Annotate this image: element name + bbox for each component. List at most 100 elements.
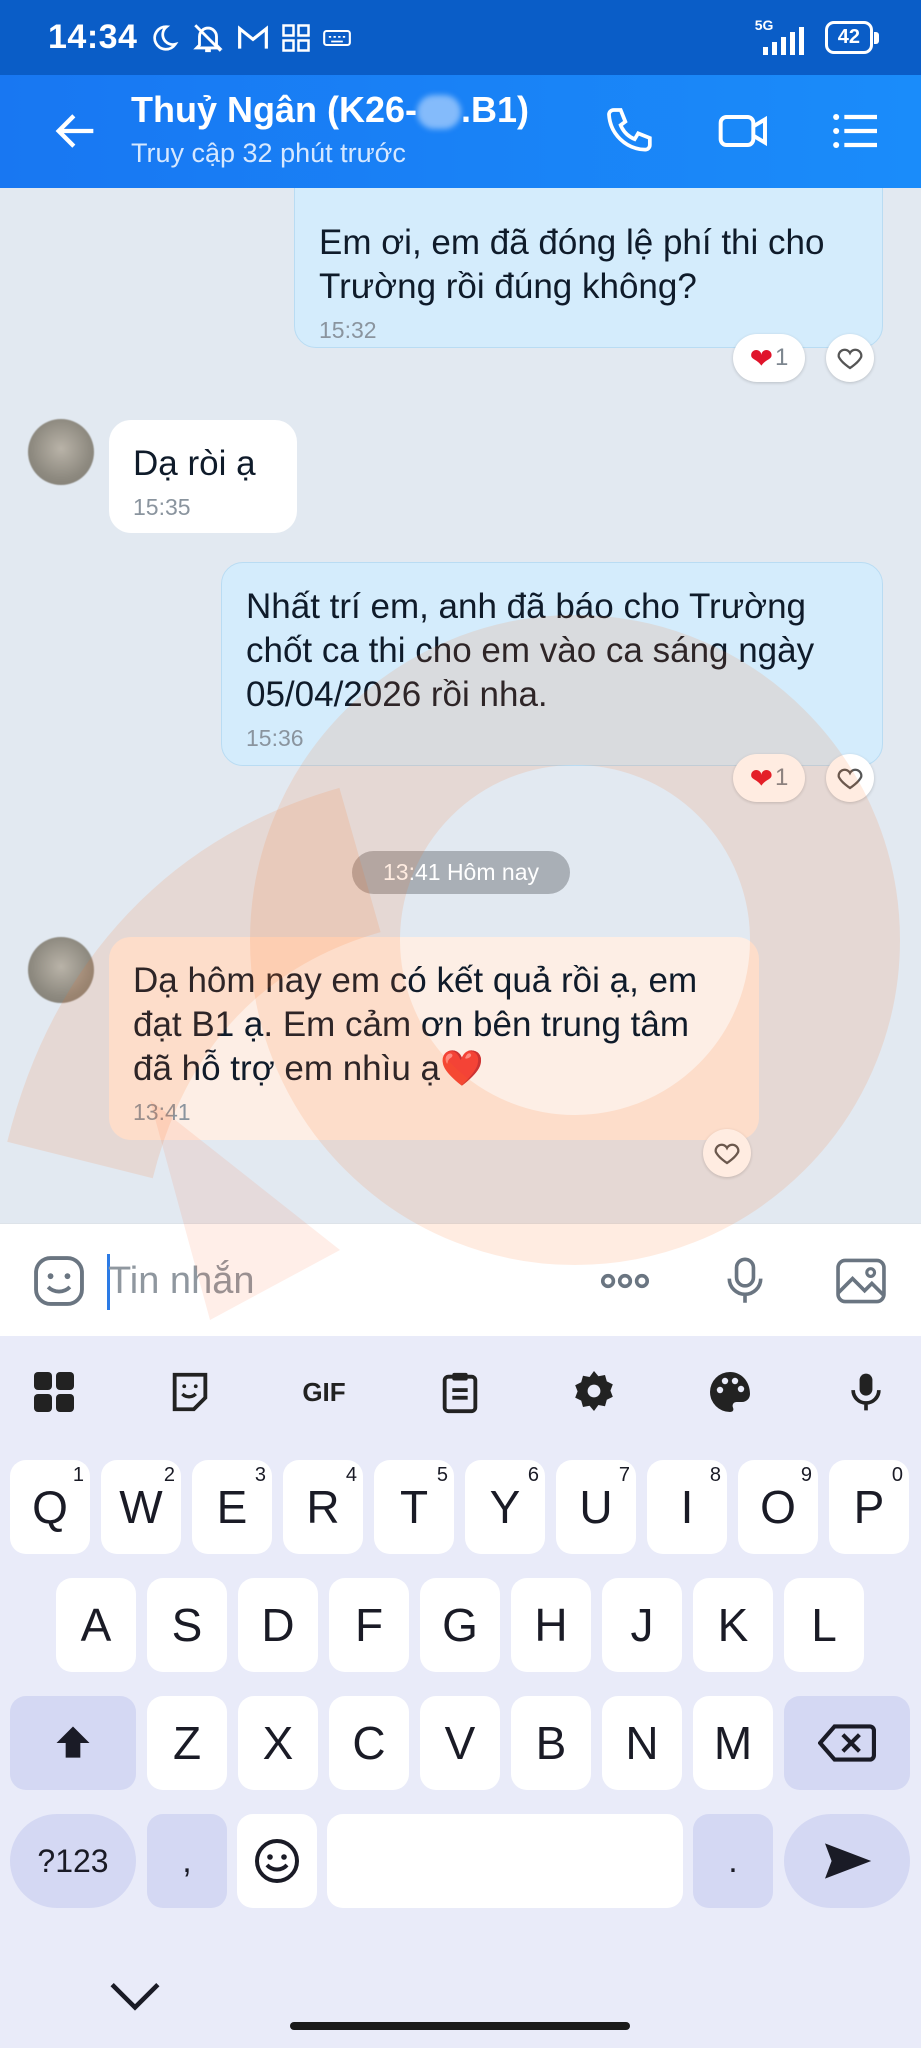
key-label: H (534, 1599, 568, 1651)
apps-grid-icon[interactable] (30, 1368, 78, 1416)
key-p[interactable]: P0 (829, 1460, 909, 1554)
key-label: P (853, 1481, 885, 1533)
key-f[interactable]: F (329, 1578, 409, 1672)
key-o[interactable]: O9 (738, 1460, 818, 1554)
backspace-key[interactable] (784, 1696, 910, 1790)
period-key[interactable]: . (693, 1814, 773, 1908)
message-list[interactable]: Em ơi, em đã đóng lệ phí thi cho Trường … (0, 188, 921, 1223)
date-separator: 13:41 Hôm nay (352, 851, 570, 894)
key-c[interactable]: C (329, 1696, 409, 1790)
key-k[interactable]: K (693, 1578, 773, 1672)
key-label: I (680, 1481, 694, 1533)
emoji-key[interactable] (237, 1814, 317, 1908)
reaction-count: 1 (775, 344, 789, 371)
menu-list-icon[interactable] (828, 103, 884, 159)
message-time: 15:35 (133, 494, 191, 520)
theme-palette-icon[interactable] (706, 1368, 754, 1416)
keyboard-icon (323, 29, 352, 46)
heart-outline-icon (837, 348, 863, 370)
blurred-name-part (417, 95, 462, 130)
key-label: E (216, 1481, 248, 1533)
key-u[interactable]: U7 (556, 1460, 636, 1554)
message-text: Em ơi, em đã đóng lệ phí thi cho Trường … (319, 223, 825, 306)
message-bubble-outgoing[interactable]: Nhất trí em, anh đã báo cho Trường chốt … (221, 562, 883, 766)
key-label: M (713, 1717, 753, 1769)
key-d[interactable]: D (238, 1578, 318, 1672)
home-indicator[interactable] (290, 2022, 630, 2030)
sticker-emoji-icon[interactable] (30, 1252, 88, 1310)
key-label: Z (172, 1717, 202, 1769)
settings-gear-icon[interactable] (570, 1368, 618, 1416)
comma-key[interactable]: , (147, 1814, 227, 1908)
key-x[interactable]: X (238, 1696, 318, 1790)
react-heart-button[interactable] (826, 754, 874, 802)
message-bubble-outgoing[interactable]: Em ơi, em đã đóng lệ phí thi cho Trường … (294, 188, 883, 348)
key-g[interactable]: G (420, 1578, 500, 1672)
message-bubble-incoming[interactable]: Dạ ròi ạ 15:35 (109, 420, 297, 533)
key-m[interactable]: M (693, 1696, 773, 1790)
status-time: 14:34 (48, 18, 138, 56)
message-text: Dạ ròi ạ (133, 444, 256, 483)
message-bubble-incoming[interactable]: Dạ hôm nay em có kết quả rồi ạ, em đạt B… (109, 937, 759, 1140)
key-a[interactable]: A (56, 1578, 136, 1672)
key-label: S (171, 1599, 203, 1651)
gmail-icon (238, 24, 269, 49)
key-number-hint: 4 (345, 1464, 357, 1486)
image-gallery-icon[interactable] (832, 1252, 890, 1310)
key-z[interactable]: Z (147, 1696, 227, 1790)
key-b[interactable]: B (511, 1696, 591, 1790)
react-heart-button[interactable] (826, 334, 874, 382)
message-input[interactable] (108, 1252, 548, 1310)
symbols-key[interactable]: ?123 (10, 1814, 136, 1908)
contact-name[interactable]: Thuỷ Ngân (K26- .B1) (131, 89, 529, 131)
key-w[interactable]: W2 (101, 1460, 181, 1554)
chevron-down-icon[interactable] (100, 1976, 170, 2016)
key-r[interactable]: R4 (283, 1460, 363, 1554)
key-h[interactable]: H (511, 1578, 591, 1672)
status-icons (149, 21, 352, 55)
key-v[interactable]: V (420, 1696, 500, 1790)
key-number-hint: 0 (891, 1464, 903, 1486)
key-q[interactable]: Q1 (10, 1460, 90, 1554)
more-options-icon[interactable] (596, 1252, 654, 1310)
key-number-hint: 9 (800, 1464, 812, 1486)
signal-indicator: 5G (755, 17, 811, 55)
voice-to-text-icon[interactable] (716, 1252, 774, 1310)
key-number-hint: 3 (254, 1464, 266, 1486)
space-key[interactable] (327, 1814, 683, 1908)
phone-call-icon[interactable] (602, 103, 658, 159)
react-heart-button[interactable] (703, 1129, 751, 1177)
key-label: J (630, 1599, 654, 1651)
emoji-smile-icon (255, 1839, 299, 1883)
key-label: N (625, 1717, 659, 1769)
clipboard-icon[interactable] (436, 1368, 484, 1416)
key-l[interactable]: L (784, 1578, 864, 1672)
key-number-hint: 6 (527, 1464, 539, 1486)
key-y[interactable]: Y6 (465, 1460, 545, 1554)
send-key[interactable] (784, 1814, 910, 1908)
key-label: G (442, 1599, 478, 1651)
key-e[interactable]: E3 (192, 1460, 272, 1554)
key-t[interactable]: T5 (374, 1460, 454, 1554)
shift-key[interactable] (10, 1696, 136, 1790)
gif-button[interactable]: GIF (294, 1368, 354, 1416)
key-s[interactable]: S (147, 1578, 227, 1672)
battery-level: 42 (837, 26, 860, 48)
key-n[interactable]: N (602, 1696, 682, 1790)
reaction-count-badge[interactable]: ❤ 1 (733, 334, 805, 382)
contact-name-suffix: .B1) (461, 89, 530, 130)
key-label: R (306, 1481, 340, 1533)
contact-name-text: Thuỷ Ngân (K26- (131, 89, 418, 130)
back-arrow-icon[interactable] (50, 105, 102, 157)
contact-avatar[interactable] (28, 419, 94, 485)
key-i[interactable]: I8 (647, 1460, 727, 1554)
sticker-icon[interactable] (166, 1368, 214, 1416)
message-input-bar (0, 1223, 921, 1336)
microphone-icon[interactable] (842, 1368, 890, 1416)
message-time: 15:36 (246, 725, 304, 751)
key-number-hint: 2 (163, 1464, 175, 1486)
key-j[interactable]: J (602, 1578, 682, 1672)
contact-avatar[interactable] (28, 937, 94, 1003)
reaction-count-badge[interactable]: ❤ 1 (733, 754, 805, 802)
video-call-icon[interactable] (716, 103, 772, 159)
